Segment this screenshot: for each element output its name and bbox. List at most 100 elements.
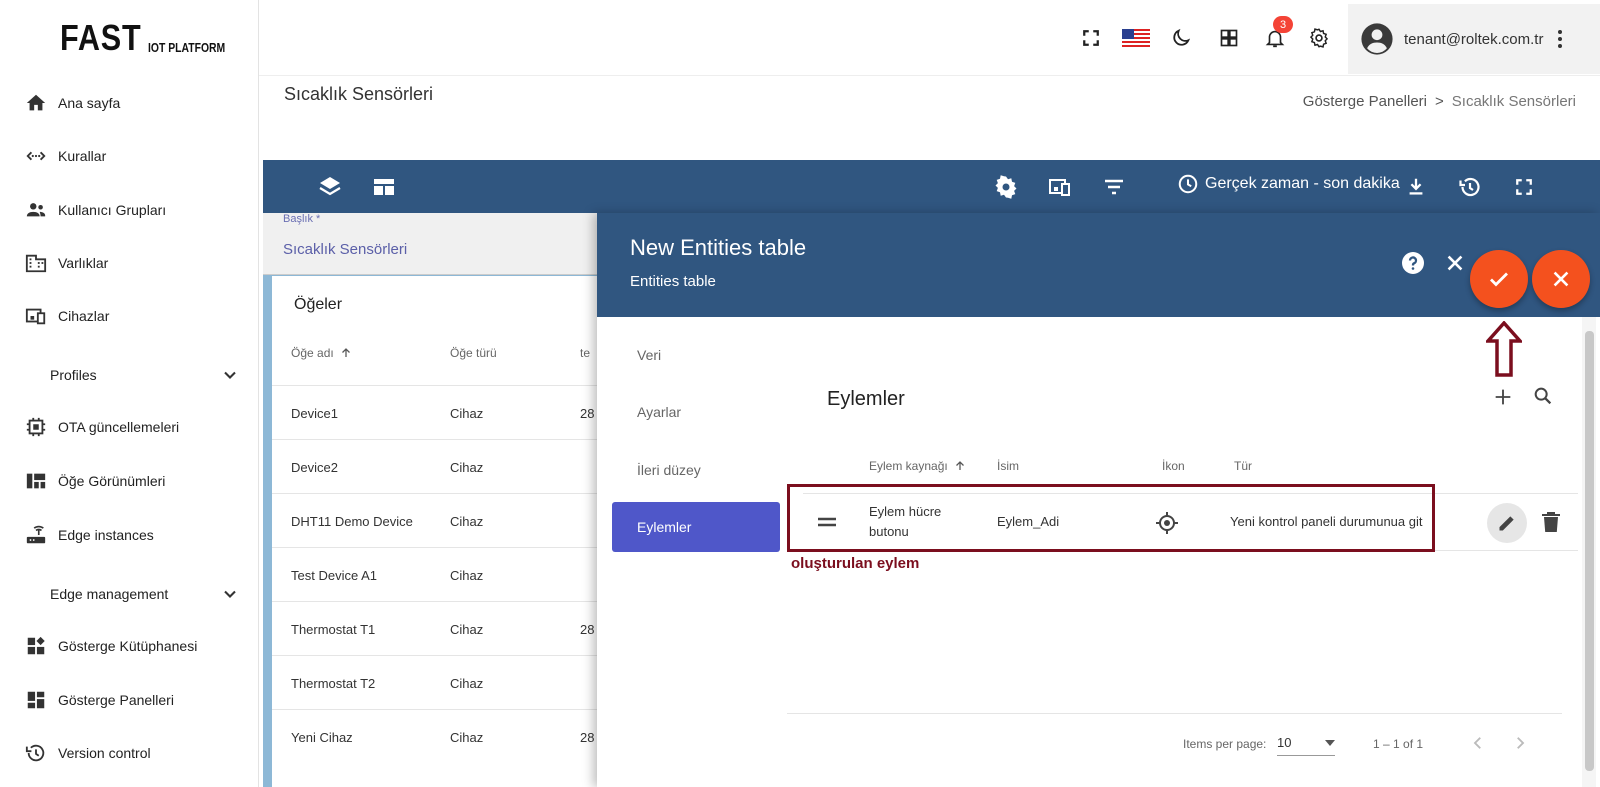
dropdown-arrow-icon: [1325, 739, 1335, 746]
fullscreen-icon[interactable]: [1079, 26, 1103, 50]
table-row[interactable]: Yeni Cihaz Cihaz 28: [272, 709, 600, 763]
cell-extra: 28: [580, 622, 595, 637]
cell-extra: 28: [580, 730, 595, 745]
column-header-entity-type[interactable]: Öğe türü: [450, 346, 497, 360]
widget-title: Öğeler: [294, 296, 343, 313]
view-quilt-icon: [24, 469, 48, 493]
annotation-highlight-box: [787, 484, 1435, 552]
sidebar-item-edge-instances[interactable]: Edge instances: [24, 520, 244, 550]
breadcrumb-separator: >: [1435, 93, 1444, 110]
sidebar-item-assets[interactable]: Varlıklar: [24, 248, 244, 278]
history-icon[interactable]: [1457, 174, 1483, 200]
us-flag-icon[interactable]: [1121, 26, 1151, 50]
sidebar-item-entity-views[interactable]: Öğe Görünümleri: [24, 466, 244, 496]
table-row[interactable]: Device1 Cihaz 28: [272, 385, 600, 439]
cell-name: Yeni Cihaz: [291, 730, 353, 745]
router-icon: [24, 523, 48, 547]
search-icon[interactable]: [1532, 385, 1554, 407]
notification-badge: 3: [1273, 16, 1293, 33]
tab-settings[interactable]: Ayarlar: [612, 387, 780, 437]
table-row[interactable]: Thermostat T2 Cihaz: [272, 655, 600, 709]
column-header-type[interactable]: Tür: [1234, 459, 1252, 473]
column-header-action-source[interactable]: Eylem kaynağı: [869, 459, 966, 473]
memory-chip-icon: [24, 415, 48, 439]
edit-button[interactable]: [1487, 503, 1527, 543]
settings-gear-icon[interactable]: [1307, 26, 1331, 50]
cell-extra: 28: [580, 406, 595, 421]
dialog-subtitle: Entities table: [630, 273, 716, 290]
sidebar-item-ota[interactable]: OTA güncellemeleri: [24, 412, 244, 442]
column-header-label: Öğe adı: [291, 346, 334, 360]
arrow-up-icon: [340, 347, 352, 359]
help-icon[interactable]: [1401, 251, 1425, 275]
user-email: tenant@roltek.com.tr: [1404, 30, 1544, 48]
logo-text: FAST: [60, 17, 142, 58]
clock-icon: [1177, 173, 1199, 195]
cell-type: Cihaz: [450, 514, 484, 529]
page-title: Sıcaklık Sensörleri: [284, 84, 434, 104]
add-icon[interactable]: [1492, 386, 1514, 408]
fullscreen-icon[interactable]: [1511, 174, 1537, 200]
sidebar-item-version-control[interactable]: Version control: [24, 738, 244, 768]
sidebar-item-label: Öğe Görünümleri: [58, 473, 166, 489]
layers-icon[interactable]: [317, 174, 343, 200]
layout-icon[interactable]: [371, 174, 397, 200]
sidebar-item-label: OTA güncellemeleri: [58, 419, 180, 435]
page-size-value: 10: [1277, 735, 1292, 750]
logo[interactable]: FAST IOT PLATFORM: [60, 20, 245, 56]
sidebar-item-label: Kurallar: [58, 148, 107, 164]
sidebar-group-edge-management[interactable]: Edge management: [50, 579, 240, 609]
devices-icon[interactable]: [1047, 174, 1073, 200]
paginator: Items per page: 10 1 – 1 of 1: [787, 713, 1562, 772]
devices-icon: [24, 304, 48, 328]
user-menu[interactable]: tenant@roltek.com.tr: [1348, 4, 1600, 74]
dialog-header: New Entities table Entities table: [597, 213, 1600, 317]
cell-name: DHT11 Demo Device: [291, 514, 413, 529]
scrollbar-thumb[interactable]: [1585, 331, 1594, 771]
dark-mode-icon[interactable]: [1169, 26, 1193, 50]
close-icon[interactable]: [1444, 252, 1466, 274]
chevron-left-icon[interactable]: [1469, 734, 1487, 752]
sidebar-item-rules[interactable]: Kurallar: [24, 141, 244, 171]
column-header-icon[interactable]: İkon: [1162, 459, 1185, 473]
title-field-label: Başlık *: [283, 213, 321, 225]
column-header-name[interactable]: İsim: [997, 459, 1019, 473]
filter-icon[interactable]: [1101, 174, 1127, 200]
table-row[interactable]: DHT11 Demo Device Cihaz: [272, 493, 600, 547]
breadcrumb-item-dashboards[interactable]: Gösterge Panelleri: [1303, 93, 1427, 110]
cell-name: Thermostat T2: [291, 676, 376, 691]
tab-data[interactable]: Veri: [612, 330, 780, 380]
sidebar-item-widget-library[interactable]: Gösterge Kütüphanesi: [24, 631, 244, 661]
history-icon: [24, 741, 48, 765]
cancel-button[interactable]: [1532, 250, 1590, 308]
delete-trash-icon[interactable]: [1541, 511, 1561, 533]
page-size-select[interactable]: 10: [1277, 730, 1335, 756]
column-header-entity-name[interactable]: Öğe adı: [291, 346, 352, 360]
settings-icon[interactable]: [993, 174, 1019, 200]
people-icon: [24, 198, 48, 222]
annotation-label: oluşturulan eylem: [791, 555, 920, 572]
cell-name: Test Device A1: [291, 568, 377, 583]
sidebar-item-user-groups[interactable]: Kullanıcı Grupları: [24, 195, 244, 225]
column-header-extra[interactable]: te: [580, 346, 590, 360]
sidebar-item-devices[interactable]: Cihazlar: [24, 301, 244, 331]
dashboard-title-field[interactable]: Başlık * Sıcaklık Sensörleri: [263, 213, 600, 275]
edit-pencil-icon: [1497, 513, 1517, 533]
cell-type: Cihaz: [450, 622, 484, 637]
apply-button[interactable]: [1470, 250, 1528, 308]
download-icon[interactable]: [1403, 174, 1429, 200]
dialog-scrollbar[interactable]: [1582, 317, 1596, 787]
tab-actions[interactable]: Eylemler: [612, 502, 780, 552]
more-vert-icon[interactable]: [1557, 29, 1563, 49]
sidebar-group-profiles[interactable]: Profiles: [50, 360, 240, 390]
cell-type: Cihaz: [450, 568, 484, 583]
sidebar-item-home[interactable]: Ana sayfa: [24, 88, 244, 118]
chevron-right-icon[interactable]: [1511, 734, 1529, 752]
tab-advanced[interactable]: İleri düzey: [612, 445, 780, 495]
timewindow-button[interactable]: Gerçek zaman - son dakika: [1177, 173, 1400, 195]
table-row[interactable]: Device2 Cihaz: [272, 439, 600, 493]
apps-grid-icon[interactable]: [1217, 26, 1241, 50]
table-row[interactable]: Thermostat T1 Cihaz 28: [272, 601, 600, 655]
table-row[interactable]: Test Device A1 Cihaz: [272, 547, 600, 601]
sidebar-item-dashboards[interactable]: Gösterge Panelleri: [24, 685, 244, 715]
